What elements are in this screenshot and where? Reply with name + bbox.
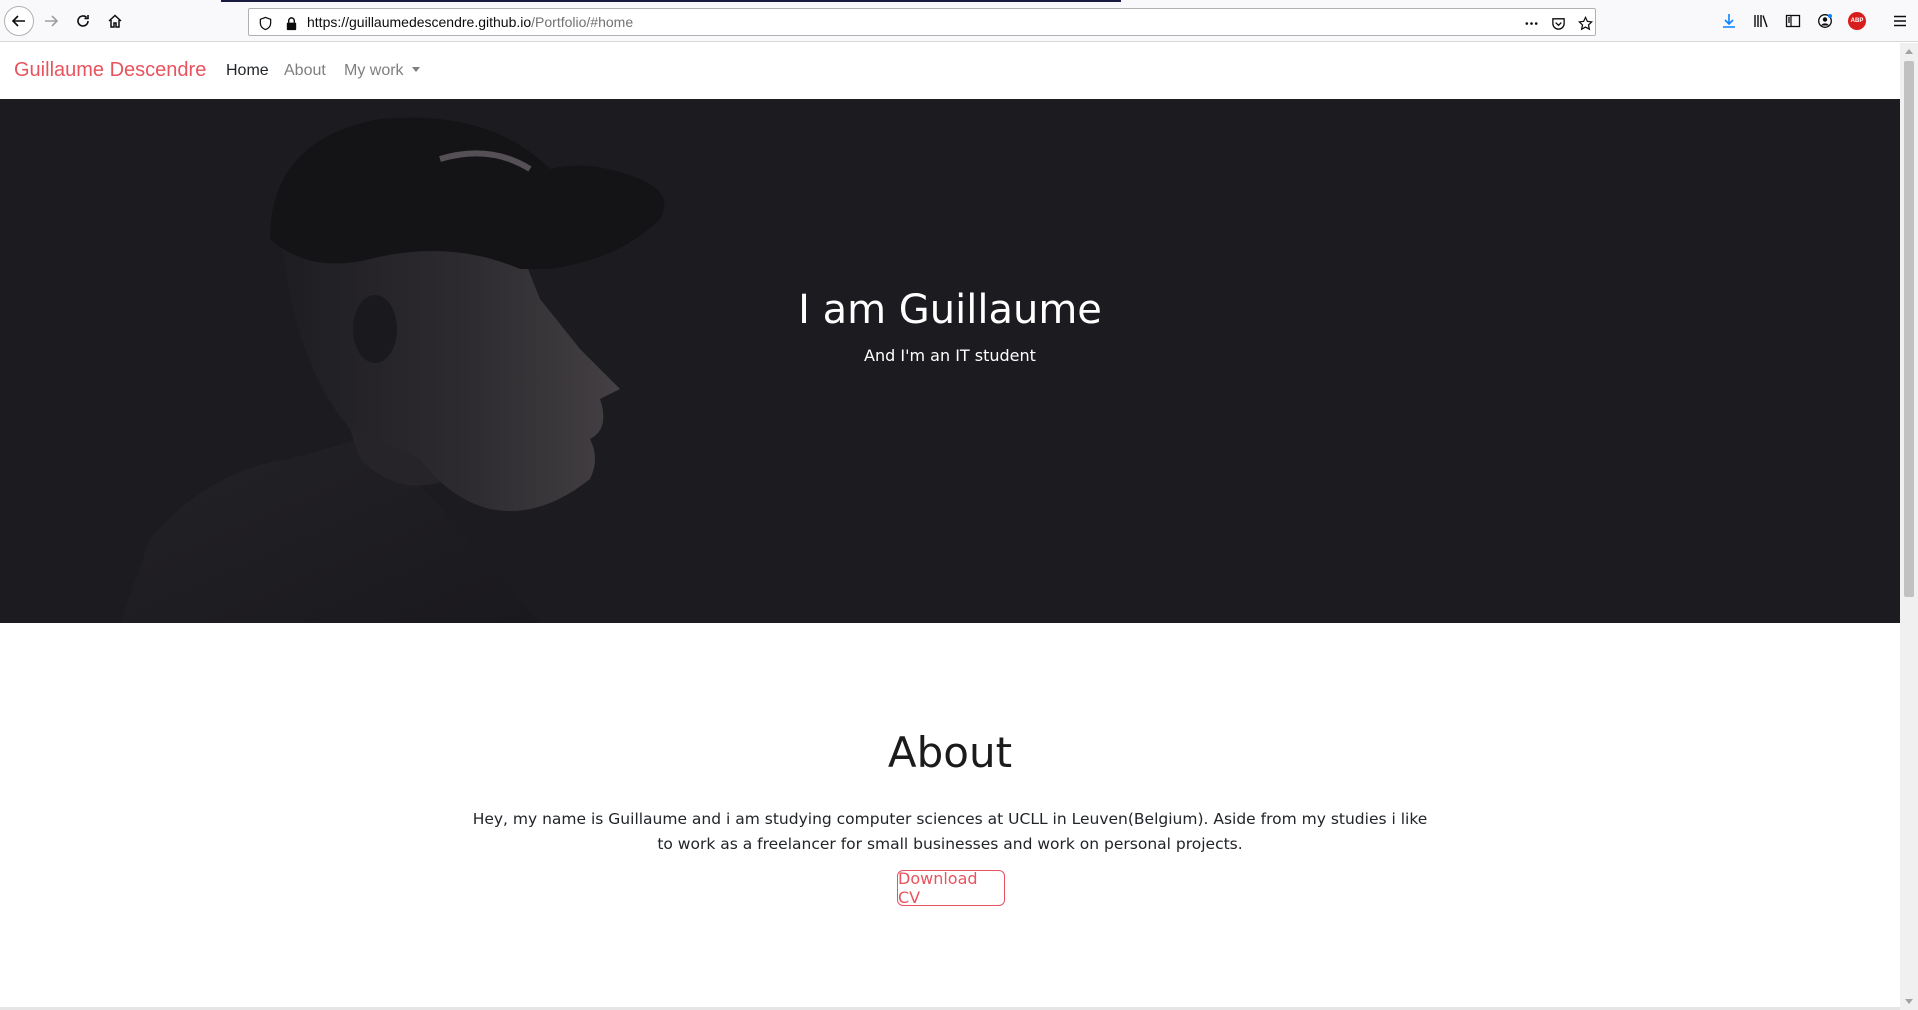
url-bar[interactable]: https://guillaumedescendre.github.io/Por…: [248, 8, 1596, 36]
account-icon: [1818, 14, 1832, 28]
home-button[interactable]: [102, 8, 128, 34]
back-icon: [11, 15, 25, 27]
page-content: Guillaume Descendre Home About My work I…: [0, 43, 1900, 1010]
site-brand[interactable]: Guillaume Descendre: [14, 59, 206, 82]
scroll-down-icon[interactable]: [1905, 999, 1913, 1004]
download-icon: [1723, 14, 1735, 28]
bookmark-star-icon[interactable]: [1576, 14, 1594, 32]
reload-icon: [77, 15, 89, 27]
about-text: Hey, my name is Guillaume and i am study…: [472, 810, 1428, 853]
nav-home[interactable]: Home: [226, 62, 269, 80]
page-scrollbar[interactable]: [1900, 43, 1918, 1010]
menu-button[interactable]: [1887, 8, 1913, 34]
hero-section: I am Guillaume And I'm an IT student: [0, 99, 1900, 623]
nav-about[interactable]: About: [284, 62, 326, 80]
lock-icon[interactable]: [282, 14, 300, 32]
adblock-icon: ABP: [1848, 12, 1866, 30]
tracking-shield-icon[interactable]: [256, 14, 274, 32]
account-button[interactable]: [1812, 8, 1838, 34]
library-icon: [1754, 15, 1768, 28]
nav-my-work-label: My work: [344, 62, 404, 79]
download-cv-button[interactable]: Download CV: [897, 869, 1005, 907]
reload-button[interactable]: [70, 8, 96, 34]
menu-icon: [1894, 15, 1906, 27]
site-navbar: Guillaume Descendre Home About My work: [0, 43, 1900, 99]
browser-toolbar: https://guillaumedescendre.github.io/Por…: [0, 0, 1918, 42]
adblock-button[interactable]: ABP: [1844, 8, 1870, 34]
download-button[interactable]: [1716, 8, 1742, 34]
more-actions-icon[interactable]: [1522, 14, 1540, 32]
pocket-icon[interactable]: [1549, 14, 1567, 32]
forward-icon: [45, 15, 59, 27]
chevron-down-icon: [411, 67, 420, 72]
sidebar-icon: [1785, 14, 1801, 28]
tab-strip: [221, 0, 1121, 2]
library-button[interactable]: [1748, 8, 1774, 34]
forward-button[interactable]: [38, 8, 64, 34]
hero-subtitle: And I'm an IT student: [864, 346, 1036, 365]
scrollbar-thumb[interactable]: [1904, 61, 1914, 597]
back-button[interactable]: [4, 6, 34, 36]
url-host: https://guillaumedescendre.github.io: [307, 14, 532, 30]
home-icon: [108, 14, 122, 28]
url-path: /Portfolio/#home: [531, 14, 634, 30]
about-title: About: [887, 728, 1013, 777]
hero-title: I am Guillaume: [798, 287, 1102, 333]
sidebar-button[interactable]: [1780, 8, 1806, 34]
scroll-up-icon[interactable]: [1905, 49, 1913, 54]
nav-my-work-dropdown[interactable]: My work: [344, 62, 420, 80]
url-text[interactable]: https://guillaumedescendre.github.io/Por…: [307, 14, 633, 30]
